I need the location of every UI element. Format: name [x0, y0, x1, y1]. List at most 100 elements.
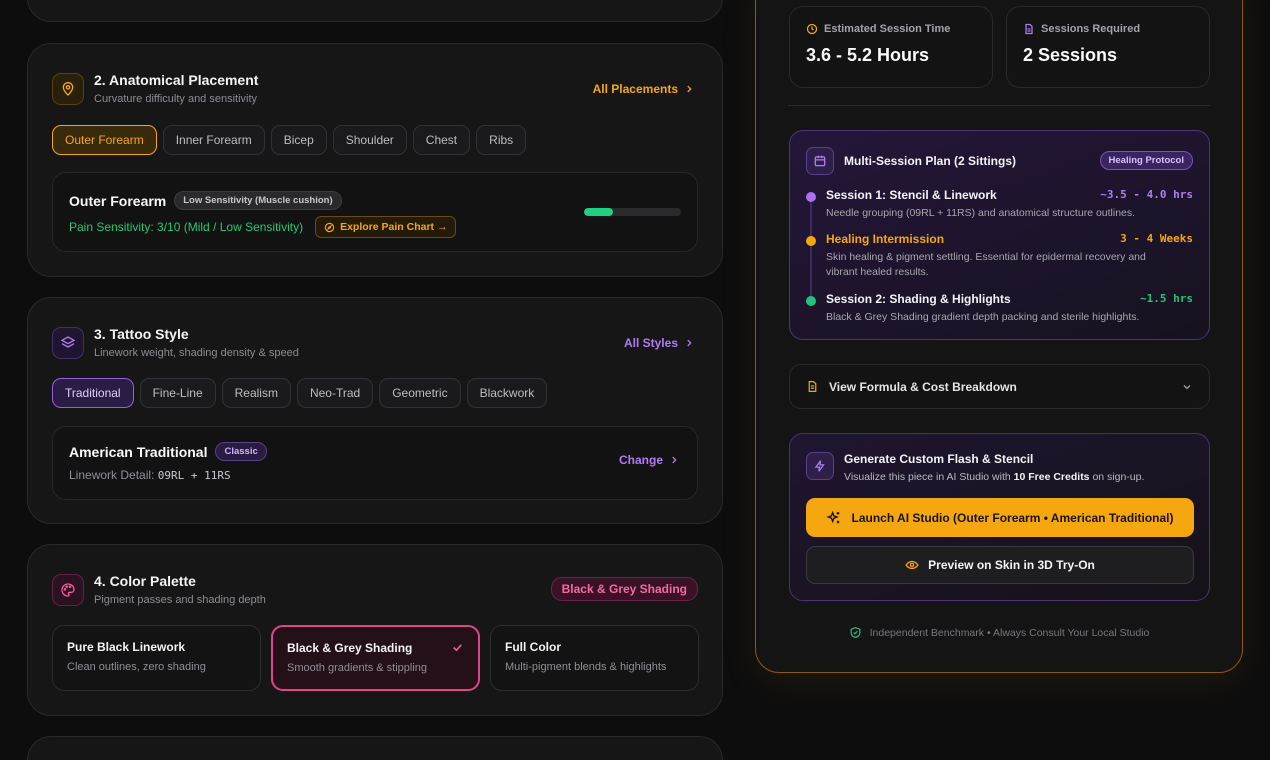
palette-option-black-grey[interactable]: Black & Grey Shading Smooth gradients & …	[271, 625, 480, 691]
chevron-right-icon	[687, 339, 692, 347]
chip-ribs[interactable]: Ribs	[476, 125, 527, 155]
style-title: 3. Tattoo Style	[94, 326, 189, 342]
timeline-item-session-1: Session 1: Stencil & Linework ~3.5 - 4.0…	[806, 188, 1193, 228]
palette-option-full-color[interactable]: Full Color Multi-pigment blends & highli…	[490, 625, 699, 691]
flash-desc-post: on sign-up.	[1089, 471, 1145, 483]
explore-pain-chart-label: Explore Pain Chart →	[340, 221, 448, 233]
palette-subtitle: Pigment passes and shading depth	[94, 594, 266, 606]
generate-flash-card: Generate Custom Flash & Stencil Visualiz…	[789, 433, 1210, 601]
palette-option-title: Full Color	[505, 640, 561, 654]
chevron-right-icon	[672, 456, 677, 464]
linework-value: 09RL + 11RS	[157, 469, 231, 482]
session-time-stat: Estimated Session Time 3.6 - 5.2 Hours	[789, 6, 993, 88]
palette-option-sub: Multi-pigment blends & highlights	[505, 661, 667, 673]
compass-icon	[324, 222, 335, 232]
timeline-title: Healing Intermission	[826, 232, 945, 246]
placement-title: 2. Anatomical Placement	[94, 72, 259, 88]
all-placements-link[interactable]: All Placements	[593, 82, 694, 96]
timeline-desc: Needle grouping (09RL + 11RS) and anatom…	[826, 207, 1136, 219]
next-section-partial	[27, 736, 723, 760]
formula-breakdown-toggle[interactable]: View Formula & Cost Breakdown	[789, 364, 1210, 409]
all-styles-link[interactable]: All Styles	[624, 336, 694, 350]
chip-blackwork[interactable]: Blackwork	[466, 378, 548, 408]
placement-detail-name: Outer Forearm	[69, 192, 167, 209]
palette-option-title: Pure Black Linework	[67, 640, 186, 654]
palette-option-title: Black & Grey Shading	[287, 641, 413, 655]
chip-neo-trad[interactable]: Neo-Trad	[296, 378, 374, 408]
placement-detail: Outer Forearm Low Sensitivity (Muscle cu…	[52, 172, 698, 252]
check-icon	[453, 644, 462, 652]
chip-geometric[interactable]: Geometric	[379, 378, 461, 408]
lightning-icon	[806, 452, 834, 480]
placement-chips: Outer Forearm Inner Forearm Bicep Should…	[52, 125, 527, 155]
chip-realism[interactable]: Realism	[221, 378, 291, 408]
multi-session-plan: Multi-Session Plan (2 Sittings) Healing …	[789, 130, 1210, 340]
launch-ai-studio-button[interactable]: Launch AI Studio (Outer Forearm • Americ…	[806, 498, 1194, 537]
flash-desc-pre: Visualize this piece in AI Studio with	[844, 471, 1014, 483]
style-detail: American Traditional Classic Linework De…	[52, 426, 698, 500]
footer-text: Independent Benchmark • Always Consult Y…	[869, 626, 1150, 639]
chip-fine-line[interactable]: Fine-Line	[139, 378, 216, 408]
palette-icon	[52, 573, 84, 606]
chip-chest[interactable]: Chest	[412, 125, 471, 155]
timeline-time: ~1.5 hrs	[1140, 292, 1193, 305]
chevron-down-icon	[1183, 384, 1191, 389]
receipt-icon	[808, 381, 817, 392]
explore-pain-chart-button[interactable]: Explore Pain Chart →	[315, 216, 457, 238]
palette-section: 4. Color Palette Pigment passes and shad…	[27, 544, 723, 716]
session-time-label: Estimated Session Time	[824, 23, 951, 35]
timeline-time: 3 - 4 Weeks	[1120, 232, 1193, 245]
chip-traditional[interactable]: Traditional	[52, 378, 134, 408]
divider	[788, 105, 1210, 106]
plan-title: Multi-Session Plan (2 Sittings)	[844, 154, 1017, 168]
change-label: Change	[618, 453, 663, 467]
timeline-dot	[806, 236, 816, 246]
shield-check-icon	[850, 626, 861, 638]
layers-icon	[52, 326, 84, 359]
preview-3d-label: Preview on Skin in 3D Try-On	[928, 558, 1095, 572]
style-detail-name: American Traditional	[69, 443, 208, 460]
session-time-value: 3.6 - 5.2 Hours	[806, 45, 930, 65]
document-icon	[1025, 23, 1033, 35]
location-card-partial	[27, 0, 723, 22]
palette-title: 4. Color Palette	[94, 573, 196, 589]
summary-panel: Estimated Session Time 3.6 - 5.2 Hours S…	[755, 0, 1243, 673]
timeline-desc: Black & Grey Shading gradient depth pack…	[826, 311, 1140, 323]
formula-label: View Formula & Cost Breakdown	[829, 379, 1017, 394]
sessions-required-label: Sessions Required	[1041, 23, 1141, 35]
pain-sensitivity-text: Pain Sensitivity: 3/10 (Mild / Low Sensi…	[69, 220, 304, 234]
timeline-desc: Skin healing & pigment settling. Essenti…	[826, 251, 1146, 278]
style-chips: Traditional Fine-Line Realism Neo-Trad G…	[52, 378, 548, 408]
flash-desc-credits: 10 Free Credits	[1013, 471, 1090, 483]
chip-inner-forearm[interactable]: Inner Forearm	[162, 125, 265, 155]
chip-outer-forearm[interactable]: Outer Forearm	[52, 125, 157, 155]
linework-label: Linework Detail:	[69, 468, 155, 482]
change-style-link[interactable]: Change	[619, 453, 679, 467]
healing-protocol-badge: Healing Protocol	[1099, 151, 1193, 170]
sessions-required-stat: Sessions Required 2 Sessions	[1006, 6, 1210, 88]
timeline-item-session-2: Session 2: Shading & Highlights ~1.5 hrs…	[806, 292, 1193, 332]
all-styles-label: All Styles	[623, 336, 678, 350]
timeline-time: ~3.5 - 4.0 hrs	[1100, 188, 1193, 201]
footer-note: Independent Benchmark • Always Consult Y…	[756, 626, 1242, 639]
flash-desc: Visualize this piece in AI Studio with 1…	[844, 471, 1144, 483]
timeline-dot	[806, 296, 816, 306]
timeline-title: Session 1: Stencil & Linework	[826, 188, 997, 202]
preview-3d-button[interactable]: Preview on Skin in 3D Try-On	[806, 546, 1194, 584]
sessions-required-value: 2 Sessions	[1023, 45, 1118, 65]
chip-bicep[interactable]: Bicep	[270, 125, 327, 155]
timeline-item-healing: Healing Intermission 3 - 4 Weeks Skin he…	[806, 232, 1193, 282]
map-pin-icon	[52, 72, 84, 105]
all-placements-label: All Placements	[592, 82, 678, 96]
style-subtitle: Linework weight, shading density & speed	[94, 347, 299, 359]
clock-icon	[806, 23, 818, 35]
placement-subtitle: Curvature difficulty and sensitivity	[94, 93, 258, 105]
launch-ai-studio-label: Launch AI Studio (Outer Forearm • Americ…	[851, 510, 1174, 525]
palette-option-sub: Smooth gradients & stippling	[287, 662, 428, 674]
classic-badge: Classic	[215, 442, 267, 461]
pain-meter-fill	[584, 208, 614, 216]
sparkles-icon	[826, 510, 840, 523]
palette-option-pure-black[interactable]: Pure Black Linework Clean outlines, zero…	[52, 625, 261, 691]
sensitivity-badge: Low Sensitivity (Muscle cushion)	[174, 191, 342, 210]
chip-shoulder[interactable]: Shoulder	[332, 125, 407, 155]
